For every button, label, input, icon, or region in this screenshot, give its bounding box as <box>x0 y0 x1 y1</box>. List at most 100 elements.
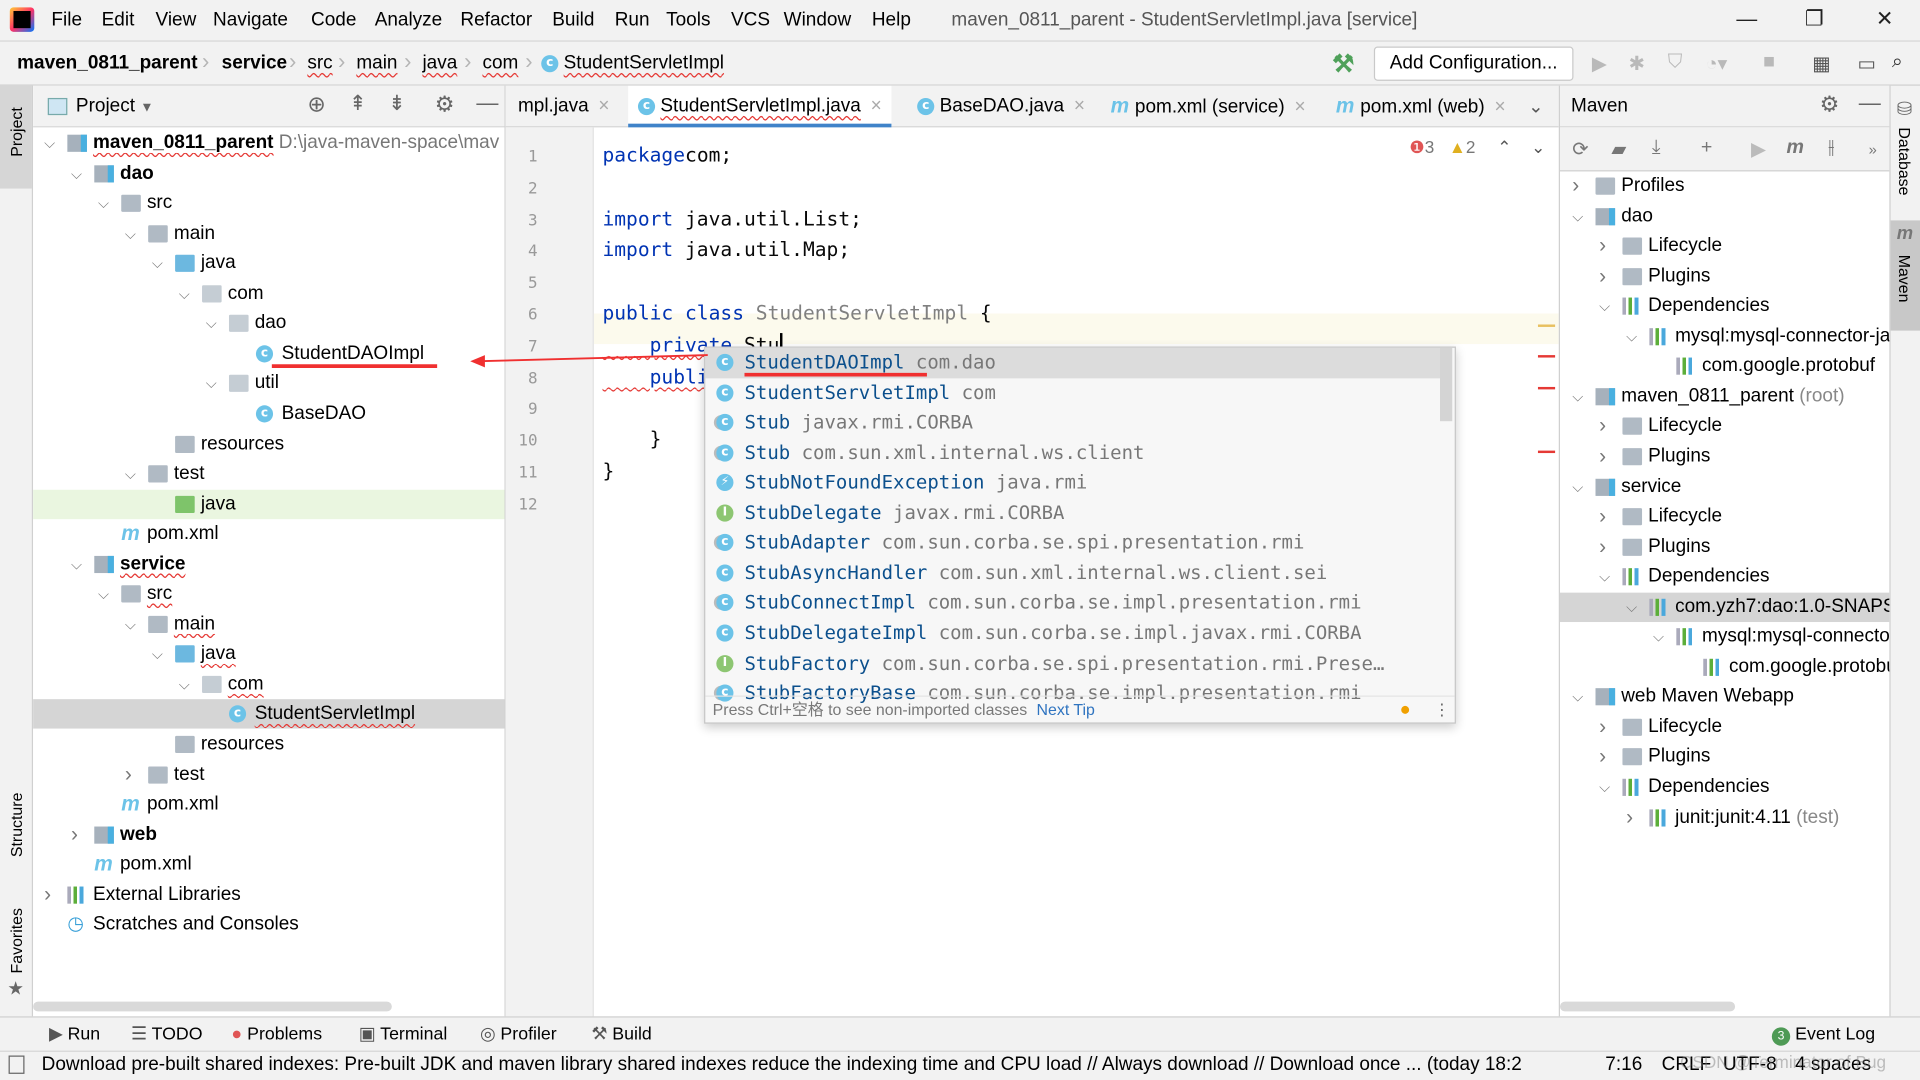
breadcrumb-project[interactable]: maven_0811_parent <box>17 53 197 75</box>
chevron-down-icon[interactable]: ⌵ <box>71 549 82 578</box>
tab-studentservletimpl-java[interactable]: c StudentServletImpl.java × <box>628 85 892 128</box>
chevron-down-icon[interactable]: ⌵ <box>98 579 109 608</box>
chevron-down-icon[interactable]: ⌵ <box>179 670 190 699</box>
run-tool-button[interactable]: ▶ Run <box>49 1025 100 1045</box>
debug-icon[interactable]: ✱ <box>1629 51 1645 75</box>
menu-file[interactable]: File <box>51 10 82 32</box>
chevron-right-icon[interactable]: › <box>1599 412 1606 441</box>
stop-icon[interactable]: ■ <box>1763 51 1775 73</box>
more-icon[interactable]: » <box>1869 141 1877 158</box>
generate-sources-icon[interactable]: ▰ <box>1611 137 1626 161</box>
maven-tree-item[interactable]: › Plugins <box>1560 262 1889 291</box>
chevron-down-icon[interactable]: ⌵ <box>125 459 136 488</box>
hide-panel-icon[interactable]: — <box>1859 91 1881 117</box>
add-configuration-button[interactable]: Add Configuration... <box>1373 46 1574 81</box>
breadcrumb-file[interactable]: c StudentServletImpl <box>541 53 724 75</box>
code-line[interactable]: publi <box>602 364 709 387</box>
project-tree-item[interactable]: ⌵ com <box>33 279 504 308</box>
close-tab-icon[interactable]: × <box>1494 97 1505 118</box>
chevron-right-icon[interactable]: › <box>1599 232 1606 261</box>
project-tree-item[interactable]: ⌵ dao <box>33 159 504 188</box>
tabs-dropdown-icon[interactable]: ⌄ <box>1528 96 1543 118</box>
project-view-selector[interactable]: Project ▼ <box>76 96 154 118</box>
project-tree-item[interactable]: c StudentDAOImpl <box>33 339 504 368</box>
todo-tool-button[interactable]: ☰ TODO <box>131 1025 203 1045</box>
maven-tree-item[interactable]: › Lifecycle <box>1560 412 1889 441</box>
project-tree-item[interactable]: ⌵ test <box>33 459 504 488</box>
expand-all-icon[interactable]: ⇞ <box>349 92 366 116</box>
gear-icon[interactable]: ⚙ <box>1820 92 1840 118</box>
maven-tree-item[interactable]: ⌵ service <box>1560 472 1889 501</box>
problems-tool-button[interactable]: ● Problems <box>231 1025 322 1045</box>
execute-goal-icon[interactable]: m <box>1787 137 1804 159</box>
completion-item[interactable]: c Stub com.sun.xml.internal.ws.client <box>705 438 1440 468</box>
chevron-right-icon[interactable]: › <box>1599 502 1606 531</box>
chevron-right-icon[interactable]: › <box>1599 442 1606 471</box>
menu-help[interactable]: Help <box>872 10 911 32</box>
completion-item[interactable]: c StubConnectImpl com.sun.corba.se.impl.p… <box>705 588 1440 618</box>
close-window-button[interactable]: ✕ <box>1876 7 1893 31</box>
download-icon[interactable]: ⤓ <box>1652 137 1661 159</box>
tab-basedao-java[interactable]: c BaseDAO.java × <box>907 86 1094 128</box>
close-tab-icon[interactable]: × <box>1294 97 1305 118</box>
project-structure-icon[interactable]: ▦ <box>1812 51 1831 75</box>
project-tree-item[interactable]: java <box>33 489 505 519</box>
completion-item[interactable]: I StubFactory com.sun.corba.se.spi.presen… <box>705 648 1440 678</box>
menu-build[interactable]: Build <box>552 10 594 32</box>
lightbulb-icon[interactable]: ● <box>1400 697 1411 723</box>
chevron-down-icon[interactable]: ⌵ <box>125 610 136 639</box>
project-tree-item[interactable]: ⌵ main <box>33 610 504 639</box>
maven-tree-item[interactable]: › junit:junit:4.11 (test) <box>1560 803 1889 832</box>
structure-tool-label[interactable]: Structure <box>7 793 25 858</box>
code-line[interactable]: packagecom; <box>602 143 732 166</box>
chevron-down-icon[interactable]: ⌵ <box>125 219 136 248</box>
toggle-offline-icon[interactable]: ⫲ <box>1828 137 1834 159</box>
chevron-down-icon[interactable]: ⌵ <box>152 640 163 669</box>
maven-tool-label[interactable]: Maven <box>1896 255 1914 303</box>
project-tree-item[interactable]: ⌵ java <box>33 640 504 669</box>
maven-tree-item[interactable]: › Plugins <box>1560 442 1889 471</box>
project-tree-item[interactable]: ⌵ java <box>33 249 504 278</box>
presentation-icon[interactable]: ▭ <box>1858 51 1877 75</box>
reload-icon[interactable]: ⟳ <box>1572 137 1588 161</box>
chevron-right-icon[interactable]: › <box>1599 532 1606 561</box>
chevron-down-icon[interactable]: ⌵ <box>98 189 109 218</box>
project-tree-item[interactable]: ◷ Scratches and Consoles <box>33 910 504 939</box>
popup-scrollbar[interactable] <box>1440 347 1453 422</box>
chevron-down-icon[interactable]: ⌵ <box>152 249 163 278</box>
chevron-right-icon[interactable]: › <box>1599 713 1606 742</box>
previous-highlight-icon[interactable]: ⌃ <box>1497 137 1511 157</box>
maven-tree-item[interactable]: › Lifecycle <box>1560 713 1889 742</box>
menu-run[interactable]: Run <box>615 10 650 32</box>
chevron-down-icon[interactable]: ⌵ <box>71 159 82 188</box>
chevron-down-icon[interactable]: ⌵ <box>206 369 217 398</box>
breadcrumb-com[interactable]: com <box>482 53 518 75</box>
project-tree-item[interactable]: ⌵ main <box>33 219 504 248</box>
profiler-tool-button[interactable]: ◎ Profiler <box>480 1025 557 1045</box>
chevron-right-icon[interactable]: › <box>1599 743 1606 772</box>
gear-icon[interactable]: ⚙ <box>435 92 455 118</box>
chevron-right-icon[interactable]: › <box>1599 262 1606 291</box>
menu-vcs[interactable]: VCS <box>731 10 770 32</box>
menu-tools[interactable]: Tools <box>666 10 710 32</box>
project-tree-item[interactable]: m pom.xml <box>33 519 504 548</box>
breadcrumb-main[interactable]: main <box>356 53 397 75</box>
chevron-down-icon[interactable]: ⌵ <box>1572 382 1583 411</box>
maven-tree-item[interactable]: ⌵ maven_0811_parent (root) <box>1560 382 1889 411</box>
project-tree-item[interactable]: m pom.xml <box>33 790 504 819</box>
menu-code[interactable]: Code <box>311 10 356 32</box>
close-tab-icon[interactable]: × <box>871 96 882 117</box>
chevron-right-icon[interactable]: › <box>1572 171 1579 200</box>
project-tool-label[interactable]: Project <box>7 107 25 157</box>
project-tree-item[interactable]: ⌵ service <box>33 549 504 578</box>
maven-tree-item[interactable]: ⌵ mysql:mysql-connector-java <box>1560 622 1889 651</box>
maven-tree-item[interactable]: › Profiles <box>1560 171 1889 200</box>
maven-tree-item[interactable]: › Lifecycle <box>1560 232 1889 261</box>
menu-view[interactable]: View <box>156 10 197 32</box>
project-tree-item[interactable]: ⌵ src <box>33 579 504 608</box>
chevron-down-icon[interactable]: ⌵ <box>206 309 217 338</box>
maven-tree-item[interactable]: › Plugins <box>1560 532 1889 561</box>
code-line[interactable]: import java.util.Map; <box>602 238 850 261</box>
build-hammer-icon[interactable]: ⚒ <box>1332 49 1354 80</box>
database-tool-label[interactable]: Database <box>1896 127 1914 195</box>
